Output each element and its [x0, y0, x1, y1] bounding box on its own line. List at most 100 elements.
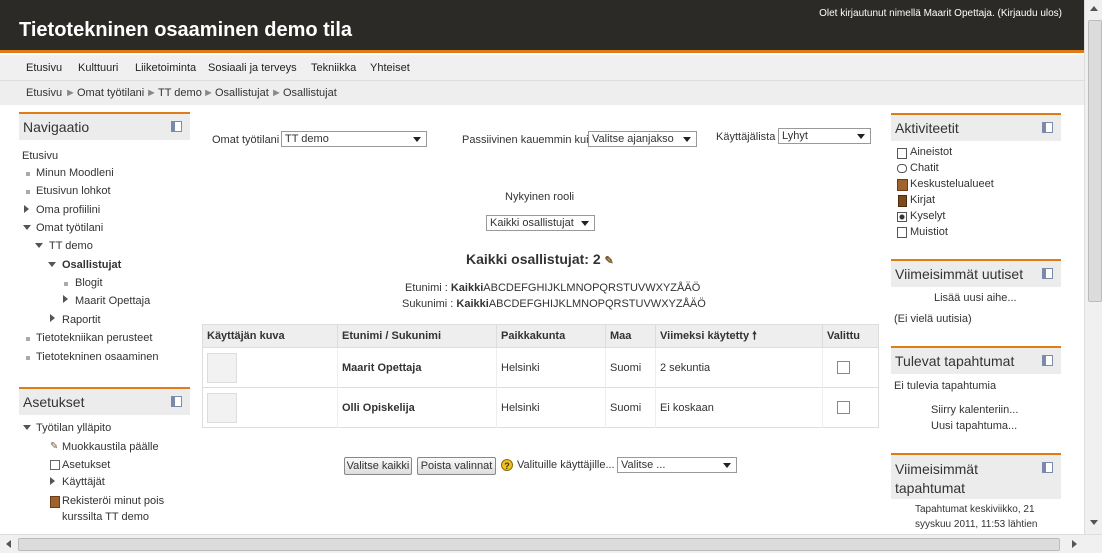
nav-tree-maarit[interactable]: Maarit Opettaja [75, 295, 150, 307]
scroll-left-icon[interactable] [6, 540, 11, 548]
settings-admin[interactable]: Työtilan ylläpito [36, 422, 111, 434]
activity-books[interactable]: Kirjat [910, 194, 935, 206]
breadcrumb-participants[interactable]: Osallistujat [215, 87, 269, 99]
settings-unenrol-line1[interactable]: Rekisteröi minut pois [62, 495, 164, 507]
navigation-block-title: Navigaatio [23, 119, 90, 135]
activity-surveys[interactable]: Kyselyt [910, 210, 945, 222]
collapse-icon[interactable] [35, 243, 43, 248]
login-info[interactable]: Olet kirjautunut nimellä Maarit Opettaja… [819, 8, 1062, 19]
add-news-link[interactable]: Lisää uusi aihe... [934, 292, 1017, 304]
nav-tree-tt-demo[interactable]: TT demo [49, 240, 93, 252]
collapse-icon[interactable] [48, 262, 56, 267]
select-checkbox[interactable] [837, 361, 850, 374]
lastname-all-link[interactable]: Kaikki [456, 298, 488, 310]
chevron-down-icon [723, 463, 731, 468]
horizontal-scrollbar[interactable] [0, 534, 1102, 553]
activity-forums[interactable]: Keskustelualueet [910, 178, 994, 190]
participants-table: Käyttäjän kuva Etunimi / Sukunimi Paikka… [202, 324, 879, 428]
nav-etusivu[interactable]: Etusivu [26, 62, 62, 74]
chevron-down-icon [413, 137, 421, 142]
activity-notes[interactable]: Muistiot [910, 226, 948, 238]
chevron-down-icon [683, 137, 691, 142]
select-all-button[interactable]: Valitse kaikki [344, 457, 412, 475]
settings-edit-on[interactable]: Muokkaustila päälle [62, 441, 159, 453]
dock-icon[interactable] [1042, 355, 1053, 366]
column-header: Käyttäjän kuva [202, 324, 338, 348]
unenrol-icon [50, 496, 60, 508]
participant-name[interactable]: Maarit Opettaja [337, 347, 497, 388]
expand-icon[interactable] [63, 295, 68, 303]
calendar-link[interactable]: Siirry kalenteriin... [931, 404, 1018, 416]
nav-tree-participants[interactable]: Osallistujat [62, 259, 121, 271]
site-title[interactable]: Tietotekninen osaaminen demo tila [19, 19, 352, 42]
nav-liiketoiminta[interactable]: Liiketoiminta [135, 62, 196, 74]
breadcrumb-course[interactable]: TT demo [158, 87, 202, 99]
nav-tree-my-courses[interactable]: Omat työtilani [36, 222, 103, 234]
breadcrumb-home[interactable]: Etusivu [26, 87, 62, 99]
expand-icon[interactable] [50, 477, 55, 485]
help-icon[interactable]: ? [501, 459, 513, 471]
dock-icon[interactable] [171, 121, 182, 132]
scroll-right-icon[interactable] [1072, 540, 1077, 548]
table-row: Maarit Opettaja Helsinki Suomi 2 sekunti… [202, 347, 879, 388]
bulk-action-select[interactable]: Valitse ... [617, 457, 737, 473]
nav-tree-site-blocks[interactable]: Etusivun lohkot [36, 185, 111, 197]
userlist-select[interactable]: Lyhyt [778, 128, 871, 144]
settings-settings[interactable]: Asetukset [62, 459, 110, 471]
horizontal-scrollbar-thumb[interactable] [18, 538, 1060, 551]
firstname-letters[interactable]: ABCDEFGHIJKLMNOPQRSTUVWXYZÅÄÖ [483, 282, 700, 294]
avatar[interactable] [207, 352, 237, 383]
vertical-scrollbar-thumb[interactable] [1088, 20, 1102, 302]
nav-tree-my-moodle[interactable]: Minun Moodleni [36, 167, 114, 179]
expand-icon[interactable] [50, 314, 55, 322]
nav-tree-blogs[interactable]: Blogit [75, 277, 103, 289]
pencil-icon[interactable]: ✎ [605, 255, 614, 267]
participant-name[interactable]: Olli Opiskelija [337, 387, 497, 428]
collapse-icon[interactable] [23, 425, 31, 430]
column-header[interactable]: Maa [605, 324, 656, 348]
scroll-up-icon[interactable] [1090, 6, 1098, 11]
upcoming-block: Tulevat tapahtumat Ei tulevia tapahtumia… [891, 346, 1061, 438]
navigation-block: Navigaatio Etusivu Minun Moodleni Etusiv… [19, 112, 190, 370]
upcoming-block-title: Tulevat tapahtumat [895, 353, 1015, 369]
firstname-all-link[interactable]: Kaikki [451, 282, 483, 294]
nav-tree-reports[interactable]: Raportit [62, 314, 101, 326]
dock-icon[interactable] [171, 396, 182, 407]
select-checkbox[interactable] [837, 401, 850, 414]
settings-users[interactable]: Käyttäjät [62, 476, 105, 488]
scroll-down-icon[interactable] [1090, 520, 1098, 525]
nav-tree-basics[interactable]: Tietotekniikan perusteet [36, 332, 152, 344]
activity-chats[interactable]: Chatit [910, 162, 939, 174]
role-select[interactable]: Kaikki osallistujat [486, 215, 595, 231]
nav-yhteiset[interactable]: Yhteiset [370, 62, 410, 74]
expand-icon[interactable] [24, 205, 29, 213]
my-courses-select[interactable]: TT demo [281, 131, 427, 147]
bulk-action-value: Valitse ... [621, 459, 666, 471]
column-header[interactable]: Paikkakunta [496, 324, 606, 348]
dock-icon[interactable] [1042, 462, 1053, 473]
nav-kulttuuri[interactable]: Kulttuuri [78, 62, 118, 74]
participant-country: Suomi [605, 387, 656, 428]
column-header[interactable]: Etunimi / Sukunimi [337, 324, 497, 348]
my-courses-label: Omat työtilani [212, 134, 280, 146]
collapse-icon[interactable] [23, 225, 31, 230]
column-header-sorted[interactable]: Viimeksi käytetty 🠕 [655, 324, 823, 348]
deselect-button[interactable]: Poista valinnat [417, 457, 496, 475]
nav-tekniikka[interactable]: Tekniikka [311, 62, 356, 74]
vertical-scrollbar[interactable] [1084, 0, 1102, 534]
chevron-down-icon [581, 221, 589, 226]
breadcrumb-my-courses[interactable]: Omat työtilani [77, 87, 144, 99]
new-event-link[interactable]: Uusi tapahtuma... [931, 420, 1017, 432]
nav-sosiaali[interactable]: Sosiaali ja terveys [208, 62, 297, 74]
dock-icon[interactable] [1042, 122, 1053, 133]
nav-tree-profile[interactable]: Oma profiilini [36, 204, 100, 216]
avatar[interactable] [207, 392, 237, 423]
activity-resources[interactable]: Aineistot [910, 146, 952, 158]
lastname-letters[interactable]: ABCDEFGHIJKLMNOPQRSTUVWXYZÅÄÖ [489, 298, 706, 310]
settings-unenrol-line2[interactable]: kurssilta TT demo [62, 511, 149, 523]
nav-tree-skills[interactable]: Tietotekninen osaaminen [36, 351, 159, 363]
nav-tree-home[interactable]: Etusivu [22, 150, 58, 162]
dock-icon[interactable] [1042, 268, 1053, 279]
inactive-select[interactable]: Valitse ajanjakso [588, 131, 697, 147]
activities-block: Aktiviteetit Aineistot Chatit Keskustelu… [891, 113, 1061, 241]
